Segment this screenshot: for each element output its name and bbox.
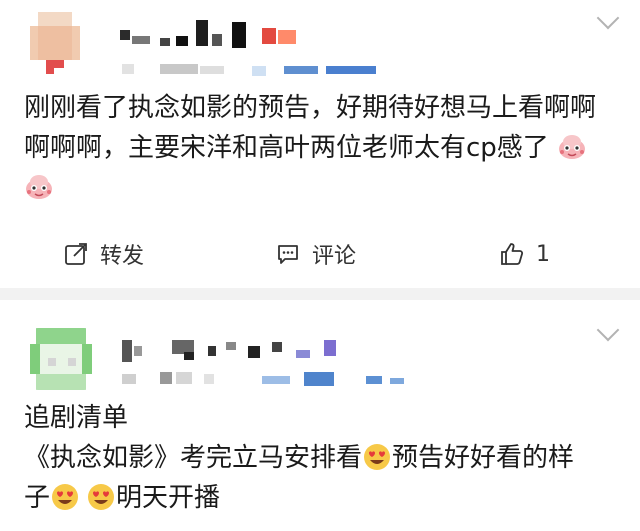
repost-label: 转发 [100,244,145,269]
blurred-avatar-image [30,328,92,390]
post-text-line: 啊啊啊，主要宋洋和高叶两位老师太有cp感了 [24,128,596,168]
repost-button[interactable]: 转发 [64,232,144,276]
post-text-line: 子 明天开播 [24,478,574,518]
blurred-avatar-image [24,12,86,74]
pink-face-sticker-icon [24,172,54,202]
pink-face-sticker-icon [557,132,587,162]
like-button[interactable]: 1 [500,232,550,276]
heart-eyes-face-icon [362,442,392,472]
heart-eyes-face-icon [86,482,116,512]
post-text-line [24,168,596,208]
post-content: 追剧清单 《执念如影》考完立马安排看 预告好好看的样 子 明天开播 [24,398,574,518]
comment-icon [278,245,298,264]
post-text-segment: 《执念如影》考完立马安排看 [24,443,363,473]
post-text-segment: 啊啊啊，主要宋洋和高叶两位老师太有cp感了 [24,133,549,163]
post-text-segment: 明天开播 [116,483,221,513]
post-text-line: 追剧清单 [24,403,129,433]
comment-label: 评论 [312,244,357,269]
post-content: 刚刚看了执念如影的预告，好期待好想马上看啊啊 啊啊啊，主要宋洋和高叶两位老师太有… [24,88,596,208]
avatar[interactable] [24,12,86,74]
post-card: 刚刚看了执念如影的预告，好期待好想马上看啊啊 啊啊啊，主要宋洋和高叶两位老师太有… [0,0,640,288]
heart-eyes-face-icon [50,482,80,512]
post-text-segment: 子 [24,483,51,513]
feed-separator [0,288,640,300]
post-actions-bar: 转发 评论 1 [0,232,640,276]
like-count: 1 [536,241,550,267]
chevron-down-icon[interactable] [596,6,620,30]
post-text-line: 《执念如影》考完立马安排看 预告好好看的样 [24,438,574,478]
avatar[interactable] [30,328,92,390]
comment-button[interactable]: 评论 [276,232,356,276]
post-text-line: 刚刚看了执念如影的预告，好期待好想马上看啊啊 [24,93,597,123]
post-text-segment: 预告好好看的样 [392,443,575,473]
thumbs-up-icon [501,243,524,265]
repost-icon [65,243,87,265]
